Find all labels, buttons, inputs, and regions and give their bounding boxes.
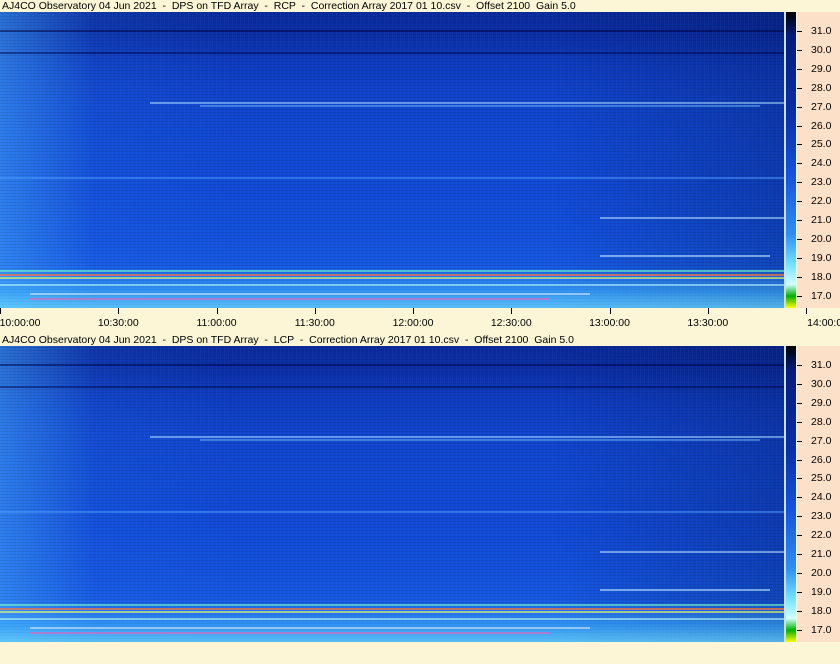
time-tick-label: 10:30:00 (97, 317, 139, 329)
spectral-band (0, 608, 784, 610)
frequency-tick-label: 25.0 (797, 472, 840, 484)
time-tick (216, 308, 218, 314)
frequency-tick-label: 19.0 (797, 586, 840, 598)
frequency-tick-label: 28.0 (797, 82, 840, 94)
time-tick-label: 12:00:00 (392, 317, 434, 329)
spectral-band (0, 511, 784, 513)
top-spectrogram[interactable] (0, 12, 784, 308)
frequency-tick-label: 20.0 (797, 233, 840, 245)
top-panel-title: AJ4CO Observatory 04 Jun 2021 - DPS on T… (2, 0, 792, 12)
time-tick-label: 11:00:00 (196, 317, 237, 329)
time-tick (0, 308, 1, 314)
frequency-tick-label: 17.0 (797, 624, 840, 636)
spectral-band (0, 30, 784, 32)
time-tick-label: 14:00:00 (807, 317, 840, 329)
spectral-band (30, 632, 550, 634)
frequency-tick-label: 22.0 (797, 529, 840, 541)
frequency-tick-label: 27.0 (797, 435, 840, 447)
frequency-tick-label: 24.0 (797, 157, 840, 169)
spectral-band (0, 604, 784, 606)
time-tick (118, 308, 120, 314)
frequency-tick-label: 25.0 (797, 138, 840, 150)
frequency-tick-label: 19.0 (797, 252, 840, 264)
spectral-band (0, 52, 784, 54)
spectral-band (0, 270, 784, 272)
time-tick-label: 11:30:00 (294, 317, 335, 329)
spectral-band (30, 293, 590, 295)
spectral-band (0, 364, 784, 366)
top-frequency-axis: 31.0 30.0 29.0 28.0 27.0 26.0 25.0 24.0 23.0 22.0… (797, 12, 840, 308)
spectral-band (0, 386, 784, 388)
spectral-band (0, 611, 784, 613)
spectral-band (600, 255, 770, 257)
bottom-frequency-axis: 31.0 30.0 29.0 28.0 27.0 26.0 25.0 24.0 23.0 22.0… (797, 346, 840, 642)
time-tick (609, 308, 611, 314)
time-tick-label: 10:00:00 (0, 317, 41, 329)
frequency-tick-label: 22.0 (797, 195, 840, 207)
frequency-tick-label: 29.0 (797, 63, 840, 75)
bottom-spectrogram[interactable] (0, 346, 784, 642)
top-colorbar (784, 12, 796, 308)
spectral-band (150, 436, 784, 438)
frequency-tick-label: 28.0 (797, 416, 840, 428)
frequency-tick-label: 30.0 (797, 378, 840, 390)
frequency-tick-label: 18.0 (797, 605, 840, 617)
frequency-tick-label: 29.0 (797, 397, 840, 409)
spectral-band (150, 102, 784, 104)
frequency-tick-label: 21.0 (797, 214, 840, 226)
time-tick-label: 12:30:00 (490, 317, 532, 329)
bottom-panel-title: AJ4CO Observatory 04 Jun 2021 - DPS on T… (2, 334, 792, 346)
spectral-band (600, 217, 784, 219)
time-tick (511, 308, 513, 314)
frequency-tick-label: 31.0 (797, 25, 840, 37)
spectral-band (0, 177, 784, 179)
spectral-band (0, 277, 784, 279)
frequency-tick-label: 26.0 (797, 454, 840, 466)
spectral-band (600, 589, 770, 591)
frequency-tick-label: 30.0 (797, 44, 840, 56)
time-tick-label: 13:30:00 (687, 317, 729, 329)
bottom-strip (0, 642, 840, 664)
time-tick (314, 308, 316, 314)
frequency-tick-label: 23.0 (797, 510, 840, 522)
spectral-band (200, 439, 760, 441)
spectral-band (30, 298, 550, 300)
time-tick (806, 308, 807, 314)
time-axis: 10:00:00 10:30:00 11:00:00 11:30:00 12:00:00… (0, 308, 840, 330)
frequency-tick-label: 20.0 (797, 567, 840, 579)
time-tick (707, 308, 709, 314)
bottom-colorbar (784, 346, 796, 642)
frequency-tick-label: 24.0 (797, 491, 840, 503)
frequency-tick-label: 26.0 (797, 120, 840, 132)
spectral-band (0, 284, 784, 286)
frequency-tick-label: 27.0 (797, 101, 840, 113)
spectral-band (0, 618, 784, 620)
spectral-band (0, 274, 784, 276)
frequency-tick-label: 21.0 (797, 548, 840, 560)
spectral-band (600, 551, 784, 553)
spectral-band (200, 105, 760, 107)
spectral-band (30, 627, 590, 629)
time-tick (413, 308, 414, 314)
frequency-tick-label: 17.0 (797, 290, 840, 302)
frequency-tick-label: 31.0 (797, 359, 840, 371)
frequency-tick-label: 18.0 (797, 271, 840, 283)
frequency-tick-label: 23.0 (797, 176, 840, 188)
time-tick-label: 13:00:00 (589, 317, 630, 329)
